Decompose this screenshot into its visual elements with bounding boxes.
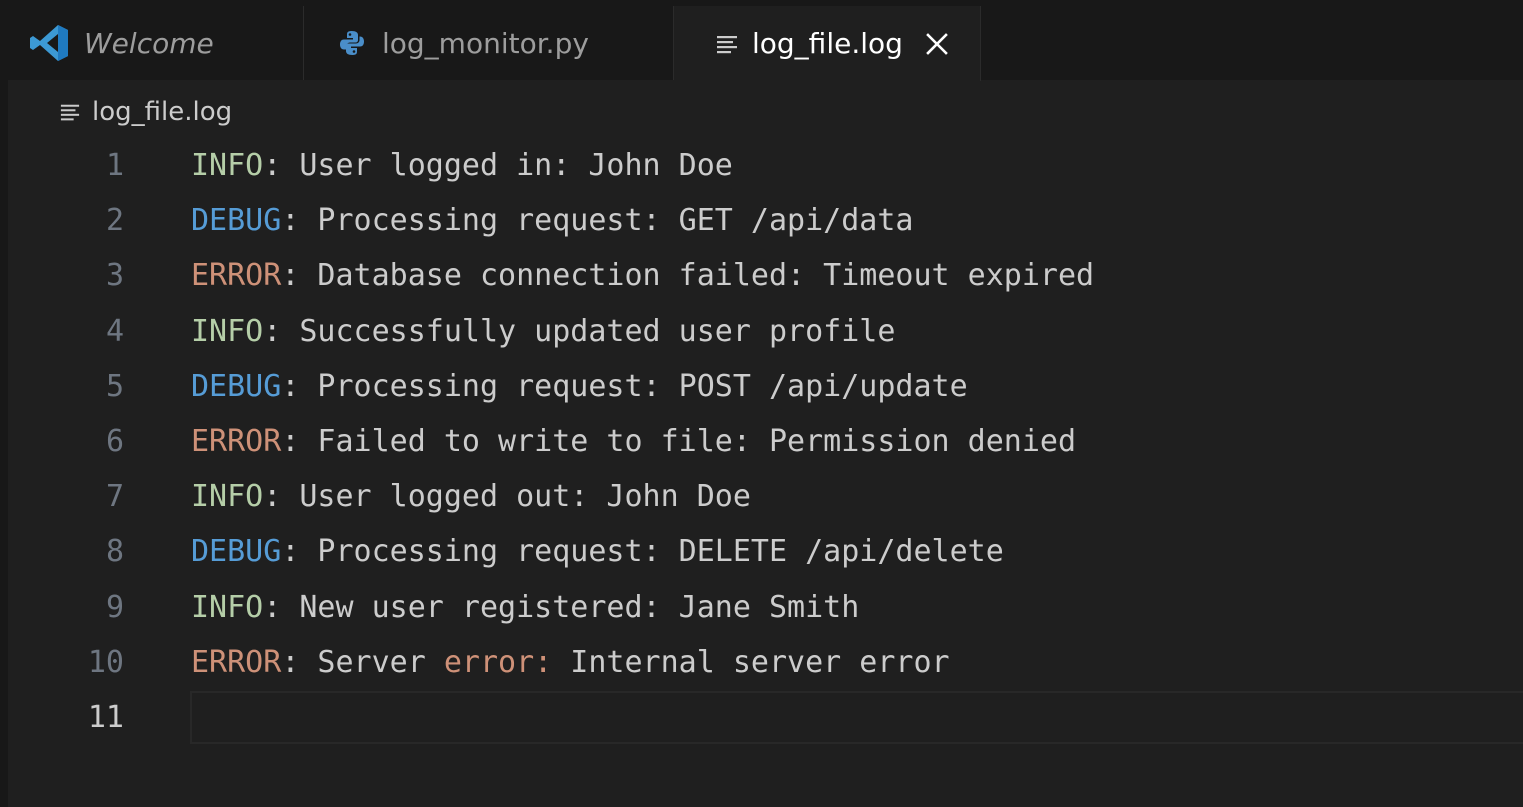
code-editor[interactable]: 1 INFO: User logged in: John Doe 2 DEBUG…: [8, 138, 1523, 745]
log-message: : Failed to write to file: Permission de…: [281, 424, 1077, 460]
editor-window: Welcome log_monitor.py log_file.log log_…: [8, 6, 1523, 807]
log-level: DEBUG: [191, 203, 282, 239]
tab-welcome[interactable]: Welcome: [8, 6, 304, 80]
code-line[interactable]: 5 DEBUG: Processing request: POST /api/u…: [8, 359, 1523, 414]
code-line[interactable]: 6 ERROR: Failed to write to file: Permis…: [8, 414, 1523, 469]
log-level: INFO: [191, 313, 264, 349]
tab-log-file[interactable]: log_file.log: [674, 6, 981, 81]
code-line[interactable]: 7 INFO: User logged out: John Doe: [8, 469, 1523, 524]
lines-icon: [716, 33, 738, 55]
close-icon[interactable]: [923, 30, 951, 58]
line-content: INFO: User logged in: John Doe: [191, 148, 733, 183]
log-message: : Server: [281, 644, 444, 680]
code-line[interactable]: 8 DEBUG: Processing request: DELETE /api…: [8, 524, 1523, 579]
code-line[interactable]: 1 INFO: User logged in: John Doe: [8, 138, 1523, 193]
code-line-current[interactable]: 11: [8, 690, 1523, 745]
code-line[interactable]: 10 ERROR: Server error: Internal server …: [8, 635, 1523, 690]
line-number: 1: [105, 148, 124, 184]
code-line[interactable]: 9 INFO: New user registered: Jane Smith: [8, 580, 1523, 635]
log-message: Internal server error: [552, 644, 950, 680]
tab-label: log_monitor.py: [382, 26, 589, 60]
lines-icon: [60, 102, 80, 122]
tab-log-monitor[interactable]: log_monitor.py: [304, 6, 674, 80]
code-line[interactable]: 3 ERROR: Database connection failed: Tim…: [8, 248, 1523, 303]
highlighted-keyword: error:: [443, 644, 553, 680]
line-content: INFO: New user registered: Jane Smith: [191, 590, 859, 625]
log-level: ERROR: [191, 258, 282, 294]
log-message: : User logged out: John Doe: [263, 479, 751, 515]
line-number: 4: [105, 313, 124, 349]
log-message: : Successfully updated user profile: [263, 313, 896, 349]
line-number: 7: [105, 479, 124, 515]
line-content: INFO: Successfully updated user profile: [191, 314, 895, 349]
line-number: 2: [105, 203, 124, 239]
line-number: 3: [105, 258, 124, 294]
line-number: 9: [105, 589, 124, 625]
log-message: : User logged in: John Doe: [263, 148, 733, 184]
log-message: : Processing request: GET /api/data: [281, 203, 914, 239]
vscode-icon: [28, 23, 70, 63]
breadcrumb[interactable]: log_file.log: [60, 94, 232, 130]
line-number: 6: [105, 424, 124, 460]
line-content: INFO: User logged out: John Doe: [191, 479, 751, 514]
log-level: INFO: [191, 479, 264, 515]
log-level: INFO: [191, 148, 264, 184]
code-line[interactable]: 2 DEBUG: Processing request: GET /api/da…: [8, 193, 1523, 248]
tab-bar: Welcome log_monitor.py log_file.log: [8, 6, 1523, 81]
log-level: INFO: [191, 589, 264, 625]
line-content: ERROR: Failed to write to file: Permissi…: [191, 424, 1076, 459]
log-level: ERROR: [191, 424, 282, 460]
line-content: DEBUG: Processing request: GET /api/data: [191, 203, 913, 238]
line-content: ERROR: Server error: Internal server err…: [191, 645, 950, 680]
line-number: 11: [87, 699, 124, 735]
log-message: : Database connection failed: Timeout ex…: [281, 258, 1095, 294]
line-number: 10: [87, 644, 124, 680]
log-message: : New user registered: Jane Smith: [263, 589, 860, 625]
tab-label: log_file.log: [752, 27, 903, 60]
line-number: 5: [105, 368, 124, 404]
log-level: ERROR: [191, 644, 282, 680]
line-number: 8: [105, 534, 124, 570]
log-level: DEBUG: [191, 368, 282, 404]
line-content: DEBUG: Processing request: POST /api/upd…: [191, 369, 968, 404]
log-message: : Processing request: DELETE /api/delete: [281, 534, 1004, 570]
python-icon: [338, 29, 366, 57]
tab-label: Welcome: [84, 26, 214, 60]
log-message: : Processing request: POST /api/update: [281, 368, 968, 404]
code-line[interactable]: 4 INFO: Successfully updated user profil…: [8, 304, 1523, 359]
line-content: ERROR: Database connection failed: Timeo…: [191, 258, 1094, 293]
line-content: DEBUG: Processing request: DELETE /api/d…: [191, 534, 1004, 569]
log-level: DEBUG: [191, 534, 282, 570]
breadcrumb-file: log_file.log: [92, 97, 233, 127]
